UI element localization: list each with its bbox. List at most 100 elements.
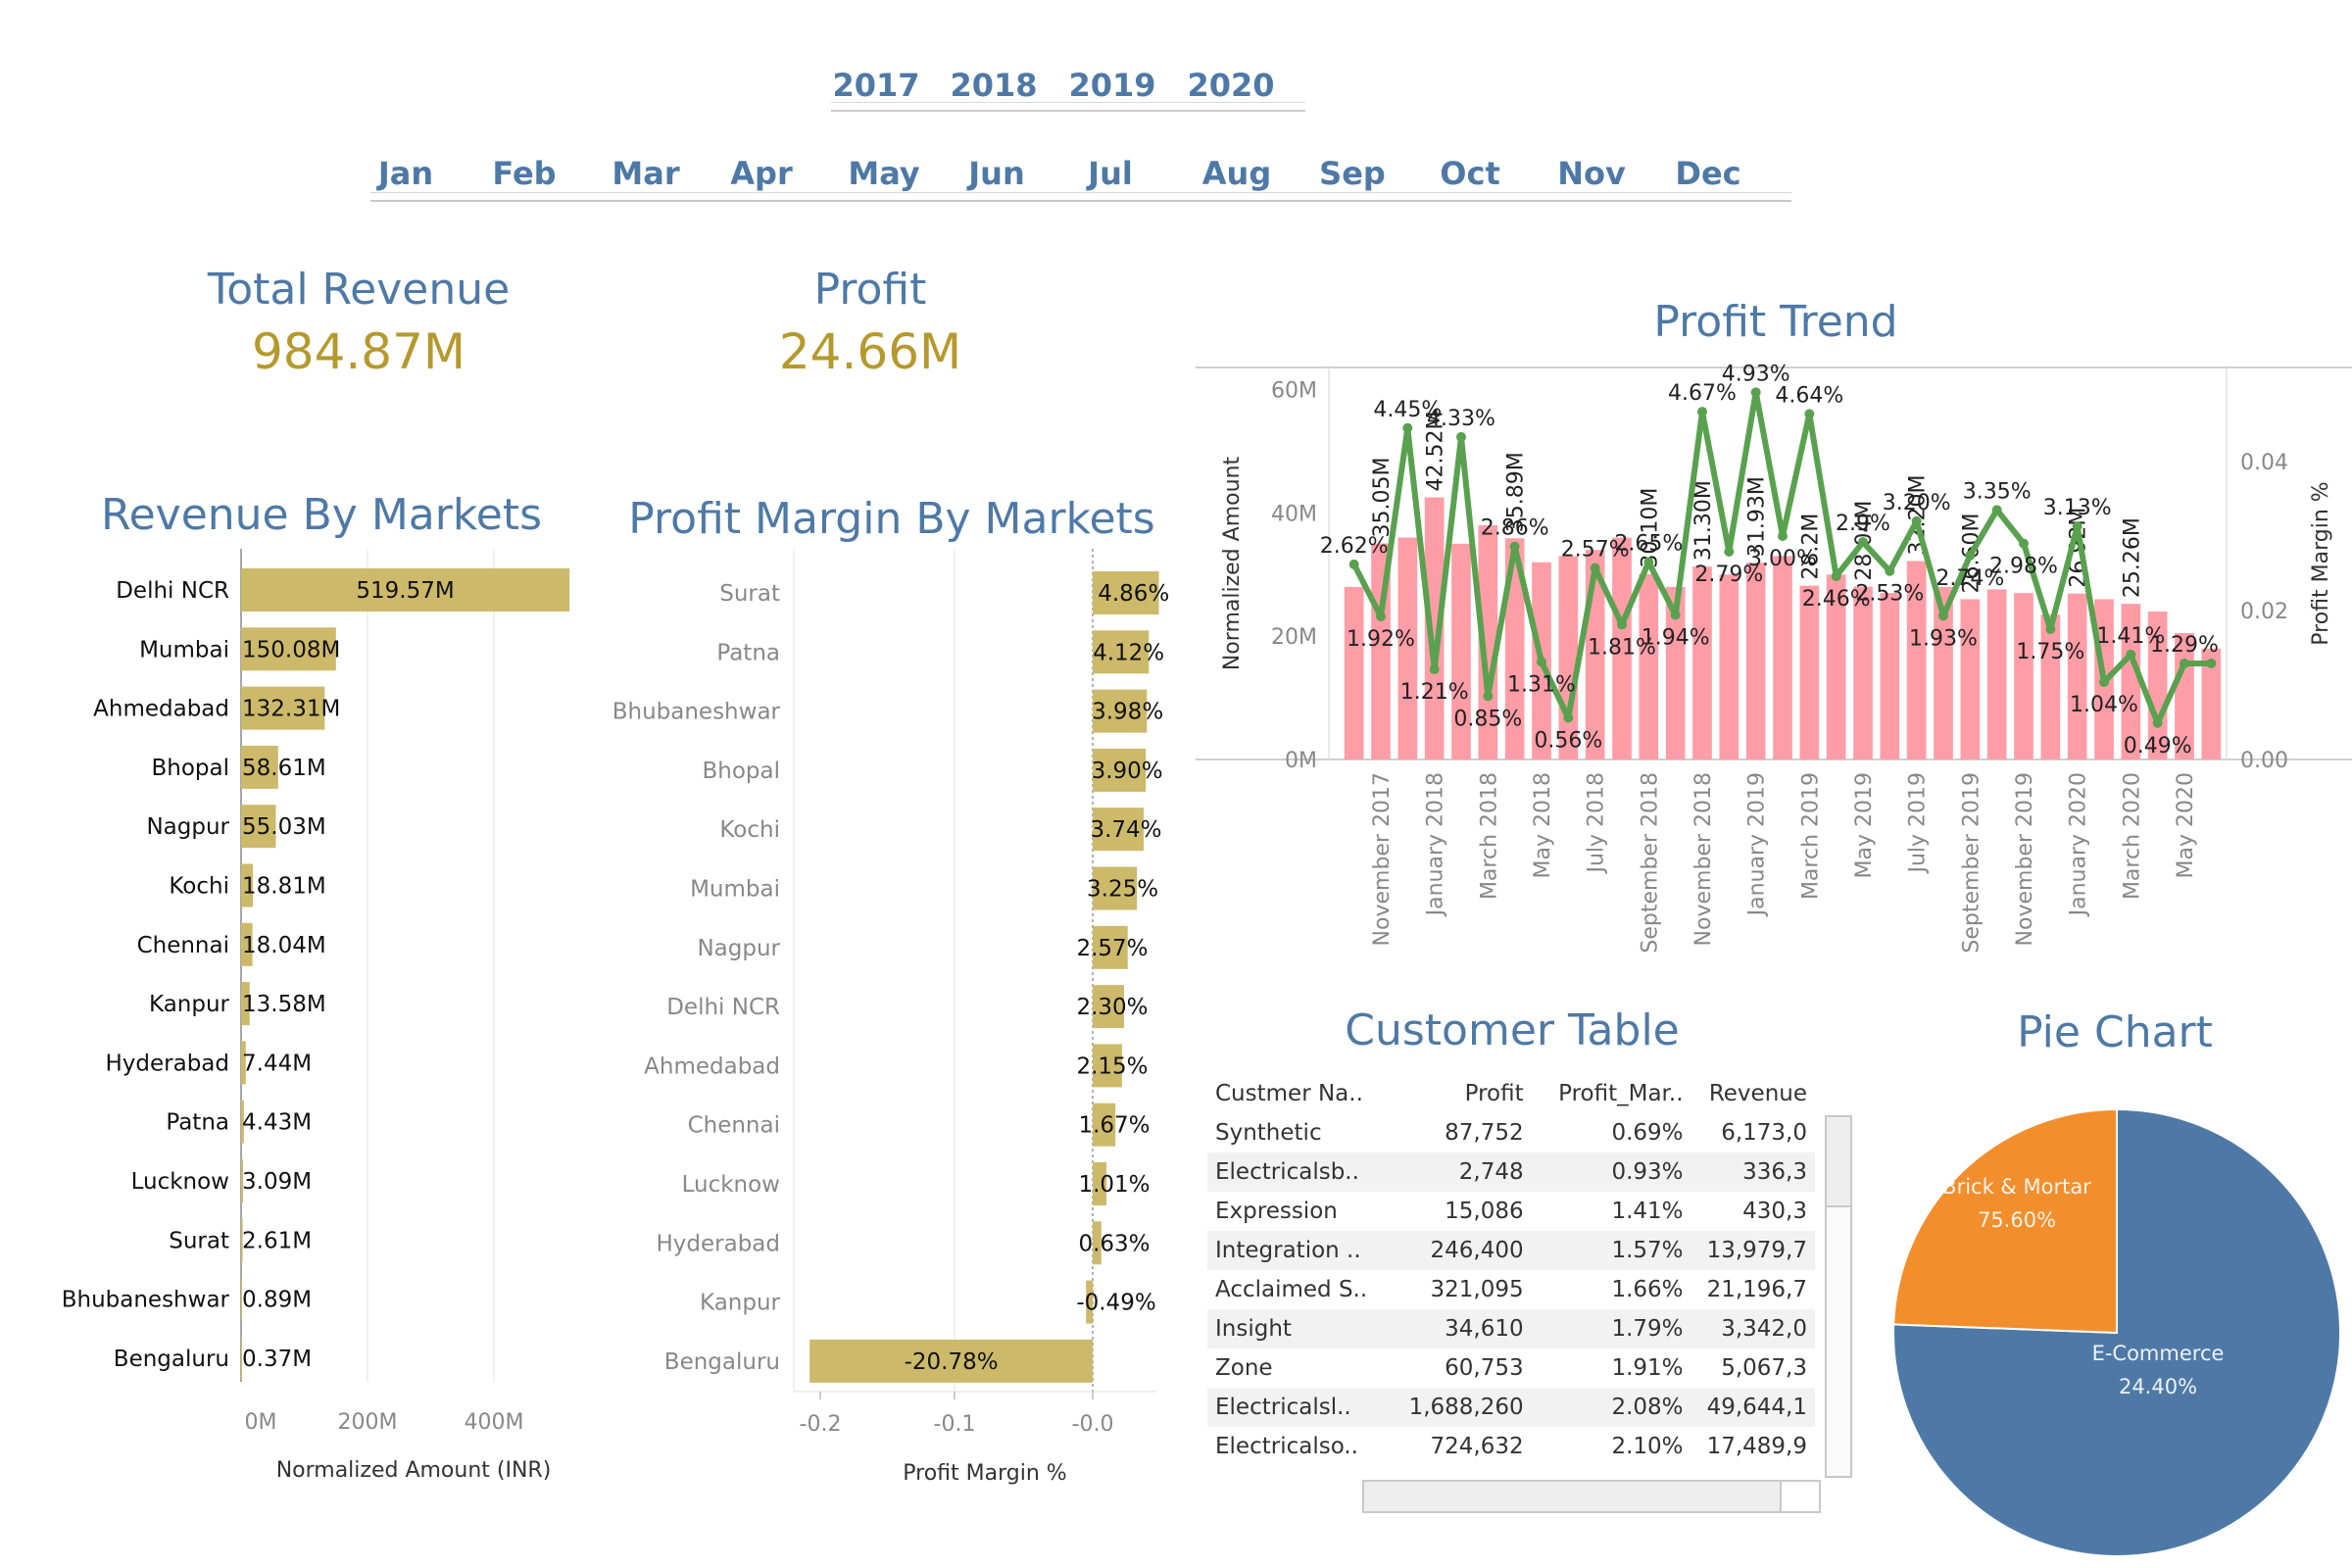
trend-x-tick: July 2018 <box>1585 772 1609 875</box>
table-row[interactable]: Electricalsb.. 2,748 0.93% 336,3 <box>1207 1152 1815 1192</box>
revenue-data-label: 3.09M <box>242 1169 312 1195</box>
month-filter-aug[interactable]: Aug <box>1202 155 1271 192</box>
table-vertical-scroll-thumb[interactable] <box>1827 1117 1850 1207</box>
year-filter-2017[interactable]: 2017 <box>832 67 919 104</box>
trend-margin-point <box>1483 691 1494 702</box>
month-filter-mar[interactable]: Mar <box>612 155 679 192</box>
customer-name-cell: Insight <box>1207 1309 1387 1348</box>
trend-revenue-bar <box>1344 586 1364 760</box>
profit-margin-cell: 0.69% <box>1531 1113 1691 1152</box>
margin-data-label: 4.86% <box>1098 581 1169 607</box>
trend-margin-label: 0.49% <box>2124 734 2192 759</box>
trend-margin-label: 1.21% <box>1400 680 1469 705</box>
trend-x-tick: May 2020 <box>2174 772 2198 878</box>
revenue-cell: 336,3 <box>1690 1152 1815 1192</box>
trend-margin-label: 1.29% <box>2150 633 2219 658</box>
customer-name-cell: Integration .. <box>1207 1231 1387 1270</box>
margin-data-label: 2.57% <box>1076 936 1148 961</box>
month-filter-dec[interactable]: Dec <box>1675 155 1740 192</box>
month-filter-jan[interactable]: Jan <box>378 155 433 192</box>
trend-x-tick: January 2018 <box>1424 772 1448 917</box>
table-row[interactable]: Electricalsl.. 1,688,260 2.08% 49,644,1 <box>1207 1388 1815 1427</box>
trend-margin-label: 3.13% <box>2043 496 2112 520</box>
table-horizontal-scrollbar[interactable] <box>1362 1480 1821 1513</box>
trend-margin-point <box>2045 624 2056 634</box>
margin-x-tick: -0.0 <box>1072 1412 1114 1437</box>
trend-margin-label: 4.33% <box>1427 407 1495 431</box>
column-header-revenue[interactable]: Revenue <box>1691 1074 1815 1113</box>
profit-margin-cell: 0.93% <box>1531 1152 1691 1192</box>
trend-margin-point <box>1348 559 1359 569</box>
month-filter-jul[interactable]: Jul <box>1088 155 1133 192</box>
trend-margin-point <box>1563 712 1574 723</box>
margin-category-label: Bengaluru <box>664 1349 780 1375</box>
revenue-category-label: Surat <box>169 1228 229 1253</box>
pie-chart: E-Commerce 24.40% Brick & Mortar 75.60% <box>1892 1107 2342 1557</box>
month-filter-may[interactable]: May <box>848 155 919 192</box>
pie-slice-percent: 24.40% <box>2119 1375 2197 1398</box>
trend-margin-point <box>1509 541 1520 552</box>
revenue-x-tick: 200M <box>338 1410 398 1435</box>
month-filter-feb[interactable]: Feb <box>492 155 556 192</box>
table-vertical-scrollbar[interactable] <box>1825 1115 1852 1478</box>
trend-margin-label: 0.56% <box>1534 728 1602 753</box>
year-filter-2018[interactable]: 2018 <box>950 67 1037 104</box>
year-filter-2019[interactable]: 2019 <box>1068 67 1155 104</box>
revenue-category-label: Patna <box>166 1110 229 1136</box>
year-filter-rule <box>831 110 1305 112</box>
trend-x-tick: November 2017 <box>1370 772 1395 946</box>
revenue-category-label: Mumbai <box>139 637 229 662</box>
month-filter-oct[interactable]: Oct <box>1440 155 1499 192</box>
revenue-data-label: 519.57M <box>356 578 454 604</box>
table-row[interactable]: Synthetic 87,752 0.69% 6,173,0 <box>1207 1113 1815 1152</box>
trend-x-tick: May 2018 <box>1531 772 1555 878</box>
profit-margin-cell: 1.91% <box>1531 1348 1691 1388</box>
profit-margin-by-markets-title: Profit Margin By Markets <box>628 494 1155 544</box>
margin-category-label: Nagpur <box>697 936 780 961</box>
trend-x-tick: March 2019 <box>1798 772 1823 900</box>
month-filter-jun[interactable]: Jun <box>968 155 1024 192</box>
revenue-data-label: 0.89M <box>242 1288 312 1313</box>
trend-margin-point <box>2099 676 2109 687</box>
customer-table-body: Synthetic 87,752 0.69% 6,173,0 Electricalsb.… <box>1207 1113 1815 1466</box>
total-revenue-value: 984.87M <box>251 323 466 380</box>
margin-data-label: 3.90% <box>1092 759 1163 784</box>
month-filter-apr[interactable]: Apr <box>730 155 792 192</box>
margin-category-label: Bhopal <box>702 759 780 784</box>
trend-margin-label: 3.20% <box>1883 491 1951 515</box>
profit-cell: 34,610 <box>1386 1309 1532 1348</box>
table-row[interactable]: Integration .. 246,400 1.57% 13,979,7 <box>1207 1231 1815 1270</box>
column-header-profit[interactable]: Profit <box>1387 1074 1532 1113</box>
profit-trend-chart: 0M 20M 40M 60M 0.00 0.02 0.04 Normalized Amount… <box>1196 362 2352 954</box>
margin-data-label: 3.74% <box>1090 817 1161 843</box>
trend-x-tick: November 2019 <box>2013 772 2037 946</box>
customer-table-header: Custmer Na.. Profit Profit_Mar.. Revenue <box>1207 1074 1815 1113</box>
trend-margin-point <box>2019 538 2029 549</box>
month-filter-sep[interactable]: Sep <box>1319 155 1386 192</box>
table-row[interactable]: Insight 34,610 1.79% 3,342,0 <box>1207 1309 1815 1348</box>
trend-margin-point <box>1938 611 1948 621</box>
trend-revenue-bar <box>1773 556 1792 760</box>
margin-data-label: 4.12% <box>1093 640 1164 665</box>
table-row[interactable]: Expression 15,086 1.41% 430,3 <box>1207 1192 1815 1231</box>
profit-value: 24.66M <box>778 323 962 380</box>
trend-x-tick: January 2019 <box>1745 772 1770 917</box>
revenue-category-label: Bhopal <box>151 756 229 781</box>
column-header-customer-name[interactable]: Custmer Na.. <box>1207 1074 1387 1113</box>
trend-x-tick: May 2019 <box>1852 772 1877 878</box>
year-filter-2020[interactable]: 2020 <box>1187 67 1274 104</box>
table-row[interactable]: Electricalso.. 724,632 2.10% 17,489,9 <box>1207 1427 1815 1466</box>
revenue-cell: 5,067,3 <box>1690 1348 1815 1388</box>
table-horizontal-scroll-thumb[interactable] <box>1780 1482 1819 1511</box>
revenue-data-label: 18.81M <box>242 874 326 900</box>
table-row[interactable]: Zone 60,753 1.91% 5,067,3 <box>1207 1348 1815 1388</box>
table-row[interactable]: Acclaimed S.. 321,095 1.66% 21,196,7 <box>1207 1270 1815 1309</box>
trend-revenue-bar <box>2040 614 2061 760</box>
trend-y2-tick: 0.04 <box>2240 451 2288 475</box>
month-filter-nov[interactable]: Nov <box>1557 155 1626 192</box>
trend-margin-point <box>1697 407 1707 417</box>
trend-margin-label: 2.62% <box>1320 534 1389 559</box>
profit-cell: 321,095 <box>1386 1270 1532 1309</box>
column-header-profit-margin[interactable]: Profit_Mar.. <box>1532 1074 1691 1113</box>
trend-margin-point <box>1804 409 1815 419</box>
